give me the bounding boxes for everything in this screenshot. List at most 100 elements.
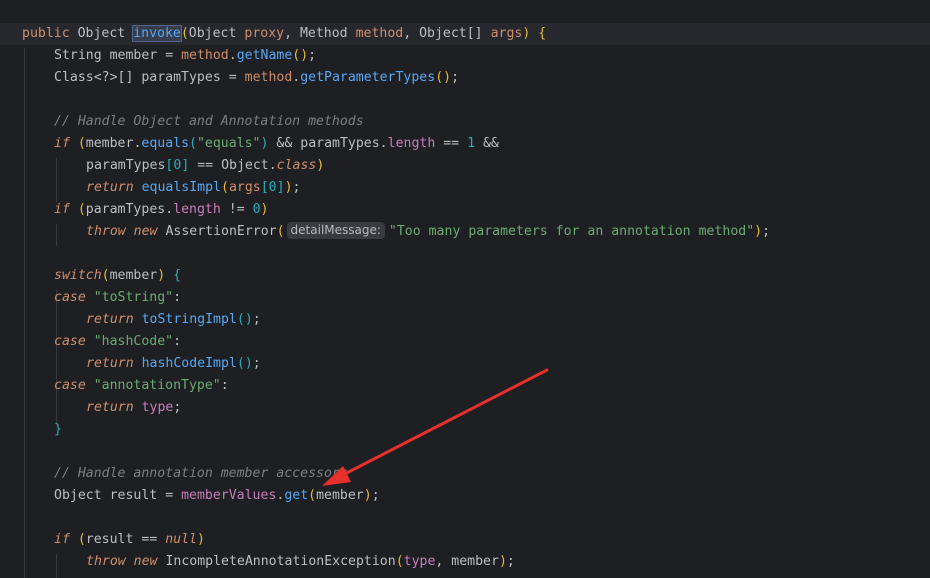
paren: ( [180,26,189,41]
type-name: Object [54,488,102,503]
brace: { [173,268,182,283]
type-name: String [54,48,102,63]
keyword: throw [86,554,126,569]
operator: = [165,488,174,503]
method-call: hashCodeImpl [141,356,237,371]
variable: member [316,488,364,503]
colon: : [220,378,229,393]
paren: () [292,48,309,63]
code-line[interactable]: case "toString": [54,287,181,309]
paren: () [435,70,452,85]
code-line[interactable]: public Object invoke(Object proxy, Metho… [22,23,546,45]
keyword: null [165,532,197,547]
paren: ) [157,268,166,283]
keyword: return [86,356,134,371]
keyword: class [276,158,317,173]
code-comment[interactable]: // Handle Object and Annotation methods [54,111,364,133]
keyword: if [54,136,70,151]
semicolon: ; [252,356,261,371]
keyword: case [54,290,86,305]
dot: . [379,136,388,151]
paren: ) [754,224,763,239]
keyword: return [86,180,134,195]
arrow-shaft [335,368,549,480]
indent-guide [56,290,57,426]
indent-guide [24,48,25,578]
operator: = [228,70,237,85]
number-literal: 1 [467,136,476,151]
keyword: return [86,312,134,327]
comma: , [284,26,300,41]
variable: paramTypes [85,202,166,217]
code-line[interactable]: String member = method.getName(); [54,45,316,67]
paren: ( [189,136,197,151]
code-line[interactable]: throw new IncompleteAnnotationException(… [86,551,515,573]
code-line[interactable]: Object result = memberValues.get(member)… [54,485,380,507]
operator: && [482,136,499,151]
operator: != [228,202,245,217]
parameter: method [181,48,229,63]
parameter: args [490,26,523,41]
paren: ) [284,180,293,195]
operator: == [141,532,158,547]
code-line[interactable]: } [54,419,62,441]
code-line[interactable]: switch(member) { [54,265,181,287]
type-name: Method [299,26,348,41]
code-line[interactable]: return toStringImpl(); [86,309,261,331]
code-line[interactable]: return type; [86,397,181,419]
variable: member [109,48,158,63]
paren: ( [276,224,285,239]
bracket: ] [181,158,190,173]
code-line[interactable]: throw new AssertionError(detailMessage: "… [86,221,770,243]
brace: { [538,26,547,41]
paren: ) [260,202,269,217]
bracket: ] [276,180,285,195]
string-literal: "toString" [93,290,174,305]
paren: () [236,356,253,371]
paren: ( [77,136,86,151]
operator: == [197,158,214,173]
method-call: equals [141,136,190,151]
method-call: toStringImpl [141,312,237,327]
number-literal: 0 [268,180,277,195]
string-literal: "equals" [196,136,261,151]
code-line[interactable]: return equalsImpl(args[0]); [86,177,300,199]
paren: ( [308,488,317,503]
paren: ) [363,488,372,503]
code-line[interactable]: return hashCodeImpl(); [86,353,261,375]
semicolon: ; [371,488,380,503]
variable: result [109,488,158,503]
code-line[interactable]: paramTypes[0] == Object.class) [86,155,324,177]
method-name[interactable]: invoke [132,25,182,42]
code-line[interactable]: if (result == null) [54,529,205,551]
parameter: method [244,70,293,85]
paren: ) [316,158,325,173]
paren: ( [77,532,86,547]
variable: member [85,136,134,151]
indent-guide [56,554,57,578]
code-line[interactable]: if (member.equals("equals") && paramType… [54,133,499,155]
keyword: if [54,202,70,217]
code-comment[interactable]: // Handle annotation member accessors [54,463,348,485]
code-line[interactable]: case "annotationType": [54,375,229,397]
variable: member [451,554,499,569]
variable: paramTypes [141,70,221,85]
type-name: Object [221,158,269,173]
paren: ) [197,532,205,547]
paren: ( [77,202,86,217]
code-line[interactable]: case "hashCode": [54,331,181,353]
paren: ( [101,268,110,283]
type-name: IncompleteAnnotationException [165,554,396,569]
keyword: case [54,378,86,393]
type-name: Object [188,26,237,41]
paren: ) [498,554,507,569]
field: type [141,400,174,415]
keyword: throw [86,224,126,239]
method-call: equalsImpl [141,180,221,195]
code-line[interactable]: Class<?>[] paramTypes = method.getParame… [54,67,459,89]
code-editor[interactable]: public Object invoke(Object proxy, Metho… [0,0,930,578]
code-line[interactable]: if (paramTypes.length != 0) [54,199,269,221]
brace: } [54,422,62,437]
operator: && [276,136,293,151]
parameter-hint[interactable]: detailMessage: [286,222,385,239]
